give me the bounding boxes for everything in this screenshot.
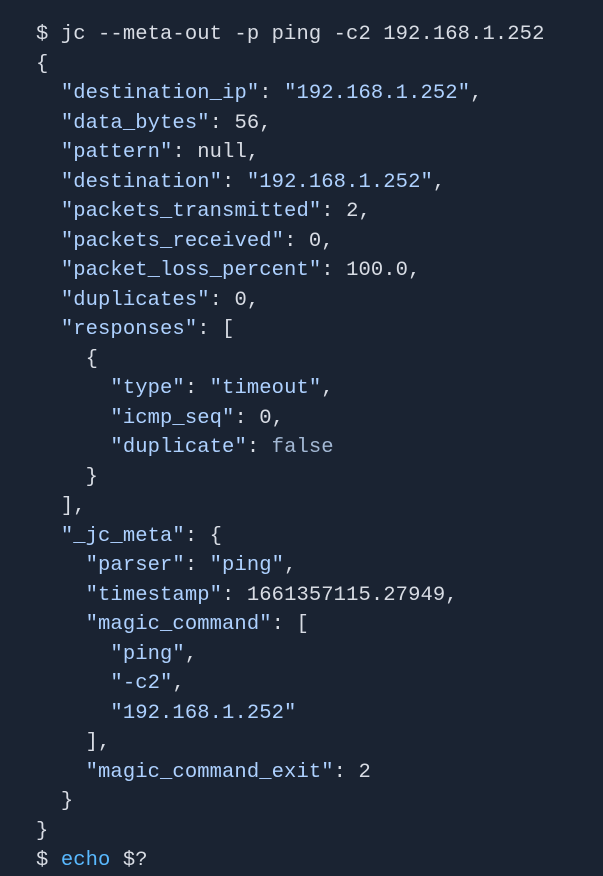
command-line: $ jc --meta-out -p ping -c2 192.168.1.25… (36, 23, 544, 46)
terminal-output: $ jc --meta-out -p ping -c2 192.168.1.25… (36, 20, 603, 876)
next-command-line: $ echo $? (36, 849, 148, 872)
